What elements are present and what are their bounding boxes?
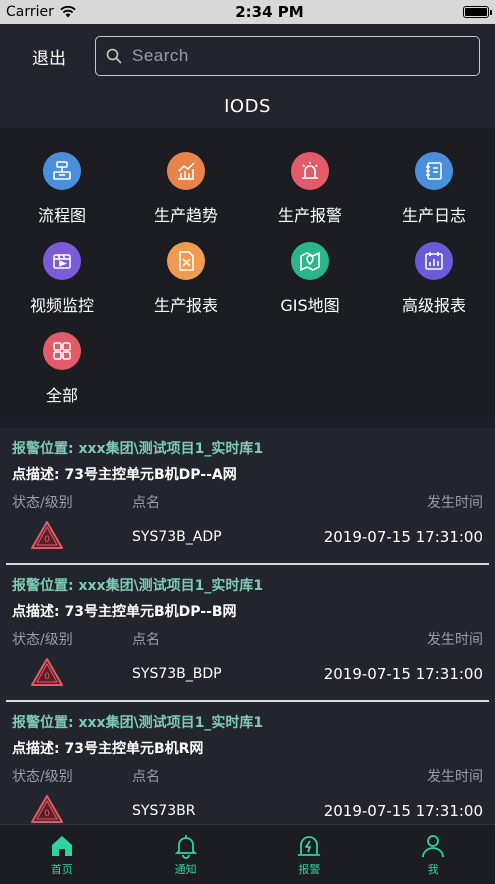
grid-item-advanced-report[interactable]: 高级报表	[372, 242, 495, 332]
point-name: SYS73BR	[132, 803, 196, 819]
column-time: 发生时间	[427, 495, 483, 511]
alarm-list[interactable]: 报警位置: xxx集团\测试项目1_实时库1 点描述: 73号主控单元B机DP-…	[0, 428, 495, 824]
alarm-level: 0	[44, 672, 50, 682]
app-title: IODS	[224, 96, 271, 117]
grid-label: 生产趋势	[153, 206, 218, 225]
point-name: SYS73B_ADP	[132, 529, 222, 545]
grid-label: 生产日志	[401, 206, 466, 225]
alarm-column-headers: 状态/级别 点名 发生时间	[12, 766, 483, 785]
alarm-location: 报警位置: xxx集团\测试项目1_实时库1	[12, 715, 264, 731]
alarm-level: 0	[44, 809, 50, 819]
alarm-level: 0	[44, 535, 50, 545]
alarm-row: 0 SYS73B_BDP 2019-07-15 17:31:00	[12, 651, 483, 697]
alarm-column-headers: 状态/级别 点名 发生时间	[12, 629, 483, 648]
grid-label: 高级报表	[401, 296, 466, 315]
grid-item-all[interactable]: 全部	[0, 332, 124, 422]
alarm-description: 点描述: 73号主控单元B机DP--B网	[12, 604, 237, 620]
tab-label: 首页	[50, 862, 73, 876]
log-book-icon	[415, 152, 453, 190]
alarm-time: 2019-07-15 17:31:00	[323, 802, 483, 820]
grid-item-gis-map[interactable]: GIS地图	[248, 242, 372, 332]
tab-label: 通知	[174, 862, 197, 876]
logout-button[interactable]: 退出	[32, 44, 66, 69]
report-icon	[167, 242, 205, 280]
grid-label: 全部	[45, 386, 78, 405]
grid-item-flowchart[interactable]: 流程图	[0, 152, 124, 242]
header: 退出 IODS	[0, 24, 495, 128]
tab-notifications[interactable]: 通知	[124, 825, 248, 884]
point-name: SYS73B_BDP	[132, 666, 222, 682]
alarm-location: 报警位置: xxx集团\测试项目1_实时库1	[12, 578, 264, 594]
column-name: 点名	[132, 632, 160, 648]
status-bar: Carrier 2:34 PM	[0, 0, 495, 24]
tab-label: 报警	[298, 862, 321, 876]
alarm-column-headers: 状态/级别 点名 发生时间	[12, 492, 483, 511]
alarm-item[interactable]: 报警位置: xxx集团\测试项目1_实时库1 点描述: 73号主控单元B机DP-…	[6, 428, 489, 565]
advanced-report-icon	[415, 242, 453, 280]
tab-home[interactable]: 首页	[0, 825, 124, 884]
warning-triangle-icon: 0	[31, 795, 63, 823]
grid-label: 生产报警	[277, 206, 342, 225]
function-grid: 流程图 生产趋势 生产报警 生产日志 视频监控 生产报表 GIS地图 高级报表 …	[0, 128, 495, 416]
alarm-siren-icon	[291, 152, 329, 190]
trend-chart-icon	[167, 152, 205, 190]
column-name: 点名	[132, 769, 160, 785]
video-icon	[43, 242, 81, 280]
home-icon	[51, 835, 72, 856]
column-status: 状态/级别	[12, 769, 73, 785]
column-name: 点名	[132, 495, 160, 511]
warning-triangle-icon: 0	[31, 658, 63, 686]
alarm-description: 点描述: 73号主控单元B机R网	[12, 741, 204, 757]
grid-label: 生产报表	[153, 296, 218, 315]
flowchart-icon	[43, 152, 81, 190]
alarm-bolt-icon	[298, 835, 321, 856]
alarm-time: 2019-07-15 17:31:00	[323, 665, 483, 683]
alarm-row: 0 SYS73B_ADP 2019-07-15 17:31:00	[12, 514, 483, 560]
bell-icon	[174, 834, 197, 859]
grid-item-log[interactable]: 生产日志	[372, 152, 495, 242]
grid-item-trend[interactable]: 生产趋势	[124, 152, 248, 242]
grid-label: GIS地图	[280, 296, 340, 315]
tab-me[interactable]: 我	[371, 825, 495, 884]
alarm-item[interactable]: 报警位置: xxx集团\测试项目1_实时库1 点描述: 73号主控单元B机R网 …	[6, 702, 489, 824]
alarm-item[interactable]: 报警位置: xxx集团\测试项目1_实时库1 点描述: 73号主控单元B机DP-…	[6, 565, 489, 702]
tab-alarms[interactable]: 报警	[248, 825, 372, 884]
grid-item-report[interactable]: 生产报表	[124, 242, 248, 332]
grid-item-video[interactable]: 视频监控	[0, 242, 124, 332]
alarm-time: 2019-07-15 17:31:00	[323, 528, 483, 546]
clock: 2:34 PM	[235, 3, 304, 21]
column-time: 发生时间	[427, 632, 483, 648]
grid-label: 流程图	[37, 206, 86, 225]
user-icon	[422, 834, 445, 857]
wifi-icon	[60, 6, 76, 18]
warning-triangle-icon: 0	[31, 521, 63, 549]
column-status: 状态/级别	[12, 632, 73, 648]
map-pin-icon	[291, 242, 329, 280]
alarm-row: 0 SYS73BR 2019-07-15 17:31:00	[12, 788, 483, 824]
tab-bar: 首页 通知 报警 我	[0, 824, 495, 884]
alarm-description: 点描述: 73号主控单元B机DP--A网	[12, 467, 237, 483]
column-status: 状态/级别	[12, 495, 73, 511]
grid-item-alarm[interactable]: 生产报警	[248, 152, 372, 242]
search-bar[interactable]	[95, 36, 480, 76]
alarm-location: 报警位置: xxx集团\测试项目1_实时库1	[12, 441, 264, 457]
all-apps-icon	[43, 332, 81, 370]
column-time: 发生时间	[427, 769, 483, 785]
tab-label: 我	[427, 862, 439, 876]
grid-label: 视频监控	[29, 296, 94, 315]
battery-icon	[463, 6, 492, 18]
carrier-label: Carrier	[6, 4, 54, 20]
search-input[interactable]	[132, 46, 452, 66]
search-icon	[106, 48, 122, 64]
